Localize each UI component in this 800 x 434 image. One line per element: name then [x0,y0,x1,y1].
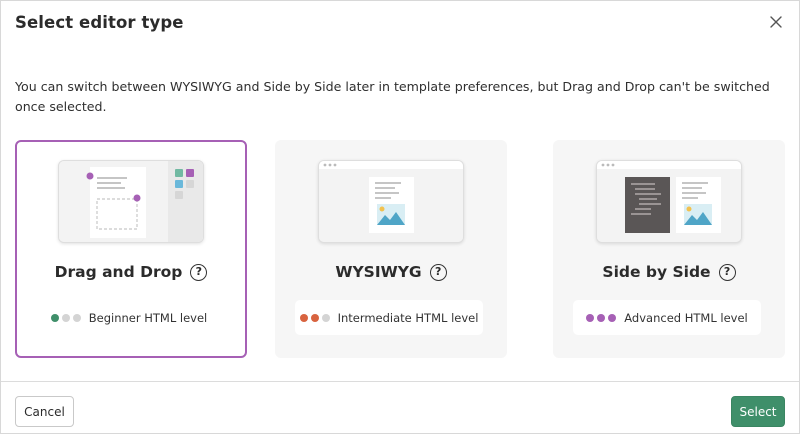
close-icon[interactable] [769,15,783,29]
level-dot [586,313,595,322]
help-icon[interactable]: ? [718,264,736,281]
card-title-text: Side by Side [602,263,711,281]
editor-type-options: Drag and Drop? Beginner HTML level WYSIW… [15,140,787,360]
level-indicator [586,313,617,322]
level-dot [608,313,617,322]
cancel-button[interactable]: Cancel [15,396,74,427]
level-indicator [50,313,81,322]
level-label: Advanced HTML level [624,310,748,325]
editor-card-drag-and-drop[interactable]: Drag and Drop? Beginner HTML level [15,140,247,358]
level-badge: Intermediate HTML level [295,300,483,335]
level-dot [321,313,330,322]
dialog-footer: Cancel Select [1,381,799,434]
level-dot [50,313,59,322]
level-dot [299,313,308,322]
card-title-text: WYSIWYG [335,263,422,281]
editor-card-side-by-side[interactable]: Side by Side? Advanced HTML level [553,140,785,358]
dialog-header: Select editor type [1,1,799,47]
level-badge: Beginner HTML level [35,300,223,335]
help-icon[interactable]: ? [429,264,447,281]
level-indicator [299,313,330,322]
level-dot [597,313,606,322]
level-dot [310,313,319,322]
help-icon[interactable]: ? [190,264,208,281]
level-badge: Advanced HTML level [573,300,761,335]
select-editor-dialog: Select editor type You can switch betwee… [0,0,800,434]
card-title: WYSIWYG? [275,263,507,281]
card-title: Side by Side? [553,263,785,281]
level-label: Beginner HTML level [88,310,208,325]
card-title: Drag and Drop? [17,263,245,281]
wysiwyg-illustration [318,160,464,243]
drag-and-drop-illustration [58,160,204,243]
level-label: Intermediate HTML level [337,310,479,325]
editor-card-wysiwyg[interactable]: WYSIWYG? Intermediate HTML level [275,140,507,358]
select-button[interactable]: Select [731,396,785,427]
dialog-title: Select editor type [15,13,184,32]
card-title-text: Drag and Drop [54,263,183,281]
level-dot [72,313,81,322]
dialog-description: You can switch between WYSIWYG and Side … [15,79,770,114]
level-dot [61,313,70,322]
side-by-side-illustration [596,160,742,243]
